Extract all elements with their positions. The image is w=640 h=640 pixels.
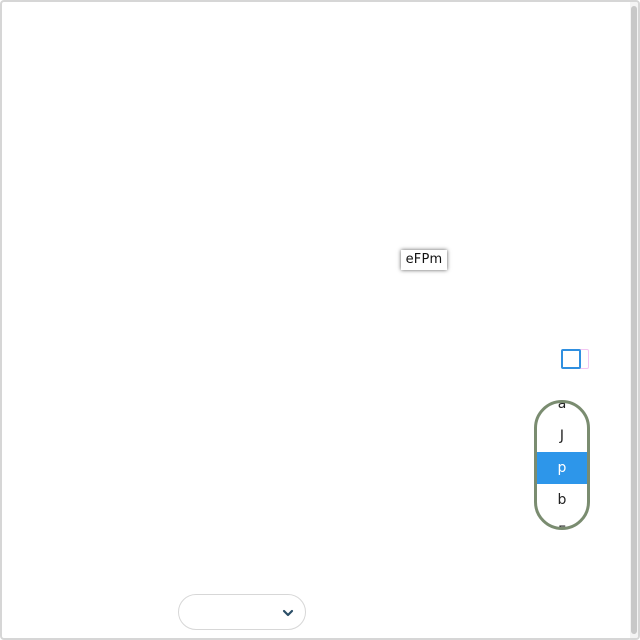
dropdown-select[interactable]: [178, 594, 306, 630]
scroll-picker[interactable]: a J p b F: [534, 400, 590, 530]
picker-list: a J p b F: [537, 403, 587, 527]
vertical-scrollbar[interactable]: [630, 2, 638, 638]
chevron-down-icon: [282, 609, 294, 617]
scrollbar-thumb[interactable]: [631, 6, 637, 634]
floating-text-label: eFPm: [401, 250, 447, 270]
checkbox-control[interactable]: [561, 349, 589, 369]
picker-item-selected[interactable]: p: [537, 452, 587, 484]
page-frame: eFPm a J p b F: [0, 0, 640, 640]
picker-item[interactable]: b: [537, 484, 587, 516]
picker-item[interactable]: F: [537, 516, 587, 527]
picker-item[interactable]: J: [537, 420, 587, 452]
picker-item[interactable]: a: [537, 403, 587, 420]
checkbox[interactable]: [561, 349, 581, 369]
